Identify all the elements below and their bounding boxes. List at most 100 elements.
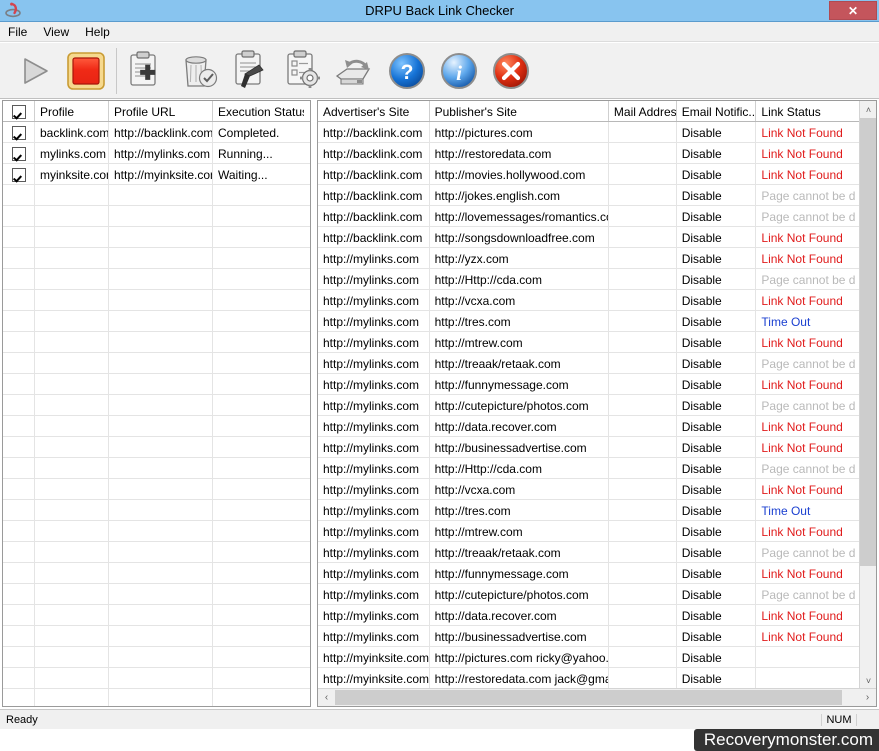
table-row-empty[interactable]: [3, 311, 310, 332]
table-row-empty[interactable]: [3, 290, 310, 311]
column-header-profile[interactable]: Profile: [35, 101, 109, 121]
horizontal-scroll-thumb[interactable]: [335, 690, 842, 705]
table-row[interactable]: backlink.com http://backlink.com Completed…: [3, 122, 310, 143]
table-row-empty[interactable]: [3, 668, 310, 689]
table-row[interactable]: mylinks.com http://mylinks.com Running...: [3, 143, 310, 164]
cell-publisher-site: http://data.recover.com: [430, 416, 609, 436]
table-row[interactable]: http://mylinks.com http://businessadverti…: [318, 437, 860, 458]
table-row[interactable]: http://mylinks.com http://cutepicture/pho…: [318, 584, 860, 605]
cell-advertiser-site: http://backlink.com: [318, 164, 430, 184]
table-row-empty[interactable]: [3, 626, 310, 647]
links-grid-horizontal-scrollbar[interactable]: ‹ ›: [318, 688, 876, 706]
column-header-execution-status[interactable]: Execution Status: [213, 101, 304, 121]
table-row-empty[interactable]: [3, 500, 310, 521]
close-icon[interactable]: ✕: [829, 1, 877, 20]
table-row-empty[interactable]: [3, 605, 310, 626]
table-row[interactable]: myinksite.com http://myinksite.com Waiting…: [3, 164, 310, 185]
help-button[interactable]: ?: [381, 46, 433, 96]
table-row[interactable]: http://mylinks.com http://vcxa.com Disable…: [318, 290, 860, 311]
links-grid-vertical-scrollbar[interactable]: ˄ ˅: [859, 101, 876, 689]
table-row-empty[interactable]: [3, 332, 310, 353]
column-header-advertisers-site[interactable]: Advertiser's Site: [318, 101, 430, 121]
table-row[interactable]: http://myinksite.com http://restoredata.c…: [318, 668, 860, 689]
play-triangle-icon: [24, 57, 48, 84]
column-header-mail-address[interactable]: Mail Address: [609, 101, 677, 121]
table-row-empty[interactable]: [3, 458, 310, 479]
row-checkbox[interactable]: [11, 126, 26, 140]
select-all-checkbox-cell[interactable]: [3, 101, 35, 121]
table-row[interactable]: http://backlink.com http://restoredata.co…: [318, 143, 860, 164]
table-row-empty[interactable]: [3, 395, 310, 416]
table-row[interactable]: http://mylinks.com http://data.recover.co…: [318, 605, 860, 626]
table-row[interactable]: http://backlink.com http://pictures.com Di…: [318, 122, 860, 143]
table-row-empty[interactable]: [3, 542, 310, 563]
table-row[interactable]: http://myinksite.com http://pictures.com …: [318, 647, 860, 668]
table-row-empty[interactable]: [3, 521, 310, 542]
table-row-empty[interactable]: [3, 416, 310, 437]
column-header-email-notification[interactable]: Email Notific...: [677, 101, 757, 121]
table-row-empty[interactable]: [3, 353, 310, 374]
row-checkbox[interactable]: [11, 147, 26, 161]
table-row-empty[interactable]: [3, 206, 310, 227]
table-row[interactable]: http://backlink.com http://movies.hollywo…: [318, 164, 860, 185]
table-row[interactable]: http://mylinks.com http://funnymessage.co…: [318, 374, 860, 395]
about-button[interactable]: i: [433, 46, 485, 96]
column-header-link-status[interactable]: Link Status: [756, 101, 860, 121]
scroll-left-arrow-icon[interactable]: ‹: [318, 689, 335, 706]
vertical-scroll-thumb[interactable]: [860, 118, 876, 566]
exit-button[interactable]: [485, 46, 537, 96]
table-row-empty[interactable]: [3, 437, 310, 458]
table-row[interactable]: http://mylinks.com http://mtrew.com Disabl…: [318, 332, 860, 353]
refresh-button[interactable]: [329, 46, 381, 96]
table-row[interactable]: http://mylinks.com http://vcxa.com Disable…: [318, 479, 860, 500]
table-row[interactable]: http://mylinks.com http://treaak/retaak.c…: [318, 353, 860, 374]
stop-button[interactable]: [60, 46, 112, 96]
add-project-button[interactable]: [121, 46, 173, 96]
start-button[interactable]: [8, 46, 60, 96]
table-row[interactable]: http://mylinks.com http://mtrew.com Disabl…: [318, 521, 860, 542]
scroll-right-arrow-icon[interactable]: ›: [859, 689, 876, 706]
table-row[interactable]: http://backlink.com http://jokes.english.…: [318, 185, 860, 206]
table-row-empty[interactable]: [3, 269, 310, 290]
table-row[interactable]: http://mylinks.com http://cutepicture/pho…: [318, 395, 860, 416]
row-checkbox-cell[interactable]: [3, 143, 35, 163]
table-row[interactable]: http://mylinks.com http://tres.com Disable…: [318, 311, 860, 332]
delete-project-button[interactable]: [173, 46, 225, 96]
table-row-empty[interactable]: [3, 479, 310, 500]
edit-project-button[interactable]: [225, 46, 277, 96]
table-row-empty[interactable]: [3, 185, 310, 206]
table-row[interactable]: http://mylinks.com http://treaak/retaak.c…: [318, 542, 860, 563]
row-checkbox-cell[interactable]: [3, 164, 35, 184]
menu-item-view[interactable]: View: [35, 23, 77, 41]
table-row[interactable]: http://mylinks.com http://yzx.com Disable L…: [318, 248, 860, 269]
table-row-empty[interactable]: [3, 647, 310, 668]
table-row[interactable]: http://mylinks.com http://funnymessage.co…: [318, 563, 860, 584]
column-header-profile-url[interactable]: Profile URL: [109, 101, 213, 121]
row-checkbox-cell[interactable]: [3, 122, 35, 142]
table-row[interactable]: http://mylinks.com http://data.recover.co…: [318, 416, 860, 437]
table-row[interactable]: http://backlink.com http://lovemessages/r…: [318, 206, 860, 227]
table-row-empty[interactable]: [3, 584, 310, 605]
empty-cell: [213, 542, 304, 562]
table-row-empty[interactable]: [3, 248, 310, 269]
table-row-empty[interactable]: [3, 227, 310, 248]
table-row[interactable]: http://mylinks.com http://businessadverti…: [318, 626, 860, 647]
menu-item-file[interactable]: File: [0, 23, 35, 41]
scroll-down-arrow-icon[interactable]: ˅: [860, 672, 876, 689]
project-settings-button[interactable]: [277, 46, 329, 96]
row-checkbox[interactable]: [11, 168, 26, 182]
table-row[interactable]: http://backlink.com http://songsdownloadf…: [318, 227, 860, 248]
scroll-up-arrow-icon[interactable]: ˄: [860, 101, 876, 118]
table-row[interactable]: http://mylinks.com http://Http://cda.com D…: [318, 458, 860, 479]
table-row[interactable]: http://mylinks.com http://Http://cda.com D…: [318, 269, 860, 290]
select-all-checkbox[interactable]: [11, 105, 26, 119]
table-row-empty[interactable]: [3, 374, 310, 395]
menu-item-help[interactable]: Help: [77, 23, 118, 41]
resize-grip-icon[interactable]: [861, 712, 877, 728]
table-row-empty[interactable]: [3, 563, 310, 584]
table-row[interactable]: http://mylinks.com http://tres.com Disable…: [318, 500, 860, 521]
column-header-publishers-site[interactable]: Publisher's Site: [430, 101, 609, 121]
table-row-empty[interactable]: [3, 689, 310, 706]
empty-cell: [35, 311, 109, 331]
cell-link-status: Time Out: [761, 504, 811, 518]
